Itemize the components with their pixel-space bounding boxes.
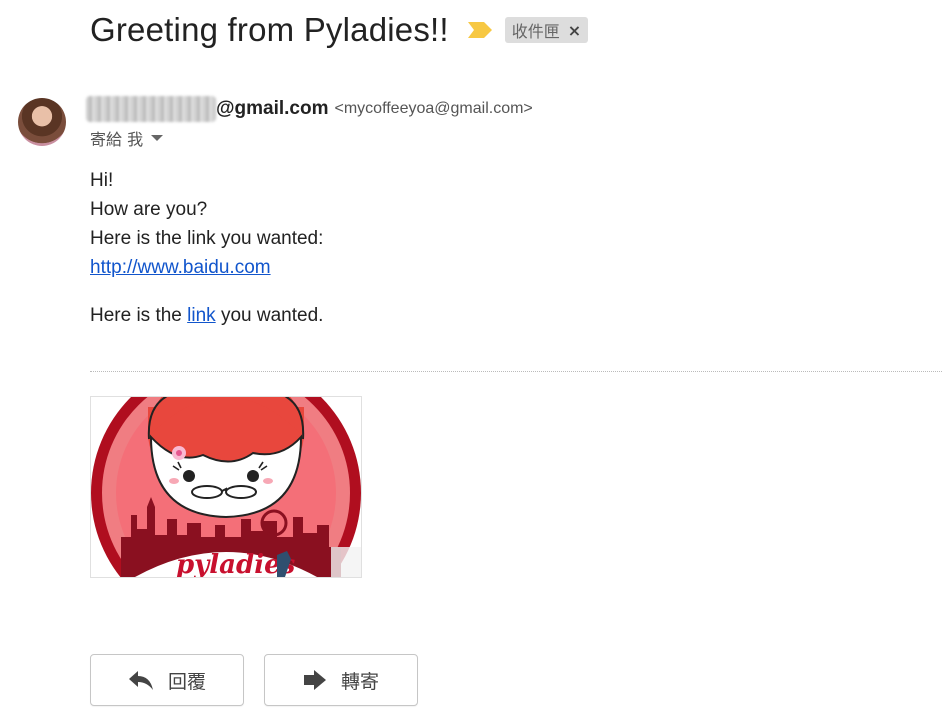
pyladies-logo-graphic: pyladies xyxy=(91,397,361,577)
subject-row: Greeting from Pyladies!! 收件匣 × xyxy=(90,8,589,52)
sender-email: <mycoffeeyoa@gmail.com> xyxy=(334,100,533,117)
email-subject: Greeting from Pyladies!! xyxy=(90,11,449,48)
reply-button[interactable]: 回覆 xyxy=(90,654,244,706)
reply-label: 回覆 xyxy=(167,670,206,693)
sender-line: @gmail.com <mycoffeeyoa@gmail.com> xyxy=(86,95,533,123)
forward-label: 轉寄 xyxy=(340,670,379,693)
remove-label-icon[interactable]: × xyxy=(568,21,581,40)
body-paragraph-2: Here is the link you wanted. xyxy=(90,301,323,330)
email-body: Hi! How are you? Here is the link you wa… xyxy=(90,166,323,330)
url-link[interactable]: http://www.baidu.com xyxy=(90,257,271,278)
signature-divider xyxy=(90,371,942,372)
recipient-line: 寄給 我 xyxy=(90,126,164,150)
reply-arrow-icon xyxy=(128,671,153,690)
greeting-line: Hi! xyxy=(90,170,114,191)
redacted-sender-name xyxy=(86,96,216,122)
inbox-label-text: 收件匣 xyxy=(511,22,560,41)
pyladies-logo-image: pyladies xyxy=(90,396,362,578)
chevron-down-icon[interactable] xyxy=(151,135,164,141)
forward-button[interactable]: 轉寄 xyxy=(264,654,418,706)
forward-arrow-icon xyxy=(303,670,326,690)
para2-after: you wanted. xyxy=(215,305,324,326)
importance-marker-icon[interactable] xyxy=(467,21,493,39)
inline-link[interactable]: link xyxy=(187,305,216,326)
recipient-text: 寄給 我 xyxy=(90,130,144,149)
inbox-label-chip: 收件匣 × xyxy=(504,17,589,43)
sender-name-domain[interactable]: @gmail.com xyxy=(216,98,329,120)
body-line-2: How are you? xyxy=(90,199,208,220)
body-line-3: Here is the link you wanted: xyxy=(90,228,324,249)
sender-avatar[interactable] xyxy=(18,98,66,146)
para2-before: Here is the xyxy=(90,305,188,326)
